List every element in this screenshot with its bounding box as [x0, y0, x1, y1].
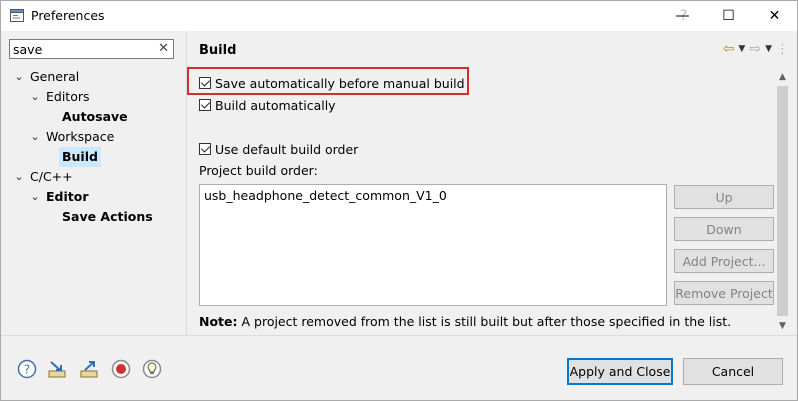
record-icon[interactable]: [111, 359, 131, 379]
build-automatically-option[interactable]: Build automatically: [199, 96, 336, 114]
close-button[interactable]: ✕: [752, 1, 797, 31]
forward-history-dropdown-icon[interactable]: ▼: [765, 44, 772, 54]
maximize-button[interactable]: ☐: [706, 1, 751, 31]
clear-filter-icon[interactable]: ✕: [158, 41, 169, 56]
lightbulb-icon[interactable]: [142, 359, 162, 379]
scrollbar-thumb[interactable]: [777, 86, 788, 316]
page-content: Save automatically before manual build B…: [187, 69, 774, 335]
maximize-icon: ☐: [722, 8, 735, 24]
svg-text:?: ?: [24, 363, 30, 377]
apply-and-close-button[interactable]: Apply and Close: [567, 358, 673, 385]
view-menu-icon[interactable]: ⋮: [776, 42, 789, 57]
tree-item-editor[interactable]: ⌄ Editor: [1, 187, 186, 207]
tree-item-cpp[interactable]: ⌄ C/C++: [1, 167, 186, 187]
project-build-order-list[interactable]: usb_headphone_detect_common_V1_0: [199, 184, 667, 306]
default-build-order-option[interactable]: Use default build order: [199, 140, 358, 158]
build-automatically-label: Build automatically: [215, 97, 336, 113]
preferences-window: Preferences ? — ☐ ✕ ✕ ⌄ General ⌄ Editor…: [0, 0, 798, 401]
minimize-button[interactable]: —: [660, 1, 705, 31]
tree-item-save-actions[interactable]: Save Actions: [1, 207, 186, 227]
up-button[interactable]: Up: [674, 185, 774, 209]
build-order-note: Note: A project removed from the list is…: [199, 314, 731, 329]
expanded-chevron-icon[interactable]: ⌄: [13, 167, 25, 187]
tree-item-label: C/C++: [30, 169, 73, 184]
expanded-chevron-icon[interactable]: ⌄: [13, 67, 25, 87]
expanded-chevron-icon[interactable]: ⌄: [29, 87, 41, 107]
tree-item-label: Editors: [46, 89, 90, 104]
filter-field[interactable]: ✕: [9, 39, 174, 59]
project-build-order-label: Project build order:: [199, 163, 318, 178]
forward-arrow-icon[interactable]: ⇨: [749, 41, 761, 57]
back-history-dropdown-icon[interactable]: ▼: [738, 44, 745, 54]
close-icon: ✕: [768, 8, 781, 24]
scroll-down-icon[interactable]: ▼: [774, 318, 791, 335]
add-project-button[interactable]: Add Project...: [674, 249, 774, 273]
dialog-footer: ? Apply and Close Cancel: [1, 336, 797, 400]
title-bar: Preferences ? — ☐ ✕: [1, 1, 797, 31]
expanded-chevron-icon[interactable]: ⌄: [29, 187, 41, 207]
tree-item-build[interactable]: Build: [1, 147, 186, 167]
vertical-scrollbar[interactable]: ▲ ▼: [774, 69, 791, 335]
export-icon[interactable]: [79, 359, 99, 379]
tree-item-label: Autosave: [62, 109, 128, 124]
minimize-icon: —: [675, 8, 690, 24]
help-icon[interactable]: ?: [17, 359, 37, 379]
tree-item-general[interactable]: ⌄ General: [1, 67, 186, 87]
page-title: Build: [199, 43, 237, 58]
tree-item-workspace[interactable]: ⌄ Workspace: [1, 127, 186, 147]
scroll-up-icon[interactable]: ▲: [774, 69, 791, 86]
default-build-order-label: Use default build order: [215, 141, 359, 157]
note-label: Note:: [199, 314, 238, 329]
tree-item-label: Save Actions: [62, 209, 153, 224]
preference-navigation: ✕ ⌄ General ⌄ Editors Autosave ⌄ Workspa…: [1, 31, 186, 335]
tree-item-autosave[interactable]: Autosave: [1, 107, 186, 127]
tree-item-label: General: [30, 69, 80, 84]
preferences-app-icon: [10, 9, 24, 22]
tree-item-label-selected: Build: [59, 147, 101, 167]
window-title: Preferences: [31, 8, 105, 23]
tree-item-editors[interactable]: ⌄ Editors: [1, 87, 186, 107]
cancel-button[interactable]: Cancel: [683, 358, 783, 385]
note-text: A project removed from the list is still…: [237, 314, 732, 329]
list-item[interactable]: usb_headphone_detect_common_V1_0: [204, 188, 447, 203]
tree-item-label: Editor: [46, 189, 89, 204]
expanded-chevron-icon[interactable]: ⌄: [29, 127, 41, 147]
annotation-highlight-box: [187, 67, 469, 95]
build-automatically-checkbox[interactable]: [199, 99, 211, 111]
back-arrow-icon[interactable]: ⇦: [723, 41, 735, 57]
tree-item-label: Workspace: [46, 129, 115, 144]
down-button[interactable]: Down: [674, 217, 774, 241]
remove-project-button[interactable]: Remove Project: [674, 281, 774, 305]
page-navigation-tools: ⇦ ▼ ⇨ ▼ ⋮: [723, 41, 789, 57]
default-build-order-checkbox[interactable]: [199, 143, 211, 155]
import-icon[interactable]: [47, 359, 67, 379]
filter-input[interactable]: [13, 41, 153, 57]
